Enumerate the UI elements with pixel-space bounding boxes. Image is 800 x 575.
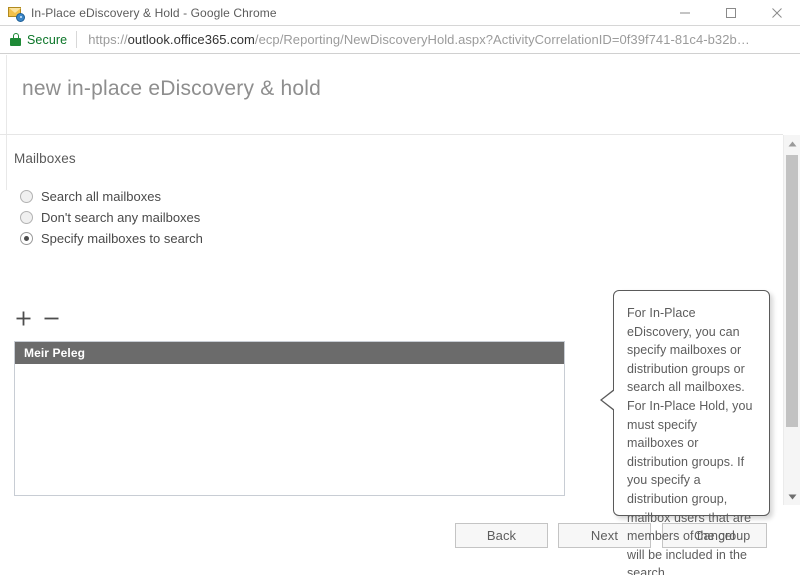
window-title: In-Place eDiscovery & Hold - Google Chro… <box>31 5 277 20</box>
scrollbar-thumb[interactable] <box>786 155 798 427</box>
window-controls <box>662 0 800 26</box>
help-tooltip: For In-Place eDiscovery, you can specify… <box>600 290 770 575</box>
minus-icon[interactable] <box>42 309 60 327</box>
address-bar[interactable]: Secure https://outlook.office365.com/ecp… <box>0 26 800 54</box>
radio-indicator <box>20 190 33 203</box>
tooltip-text: For In-Place eDiscovery, you can specify… <box>627 306 753 575</box>
url-host: outlook.office365.com <box>127 32 255 47</box>
radio-search-all-mailboxes[interactable]: Search all mailboxes <box>20 189 161 204</box>
mail-settings-icon <box>8 5 25 22</box>
radio-dont-search-any-mailboxes[interactable]: Don't search any mailboxes <box>20 210 200 225</box>
radio-specify-mailboxes-to-search[interactable]: Specify mailboxes to search <box>20 231 203 246</box>
page-title: new in-place eDiscovery & hold <box>22 77 321 100</box>
minimize-icon[interactable] <box>662 0 708 26</box>
caret-up-icon[interactable] <box>784 135 800 152</box>
radio-label: Don't search any mailboxes <box>41 210 201 225</box>
vertical-scrollbar[interactable] <box>783 135 800 505</box>
close-icon[interactable] <box>754 0 800 26</box>
caret-down-icon[interactable] <box>784 488 800 505</box>
url-scheme: https:// <box>88 32 128 47</box>
page-content: new in-place eDiscovery & hold Mailboxes… <box>0 55 800 575</box>
radio-indicator <box>20 232 33 245</box>
url-input[interactable]: https://outlook.office365.com/ecp/Report… <box>88 32 750 47</box>
plus-icon[interactable] <box>14 309 32 327</box>
mailbox-list[interactable]: Meir Peleg <box>14 341 565 496</box>
security-label: Secure <box>27 32 68 47</box>
radio-label: Search all mailboxes <box>41 189 161 204</box>
radio-label: Specify mailboxes to search <box>41 231 203 246</box>
list-item[interactable]: Meir Peleg <box>15 342 564 364</box>
maximize-icon[interactable] <box>708 0 754 26</box>
lock-icon <box>10 33 21 46</box>
title-bar: In-Place eDiscovery & Hold - Google Chro… <box>0 0 800 26</box>
mailbox-list-toolbar <box>14 309 60 327</box>
radio-indicator <box>20 211 33 224</box>
tooltip-arrow-fill <box>602 390 615 410</box>
security-indicator[interactable]: Secure <box>0 29 76 51</box>
url-path: /ecp/Reporting/NewDiscoveryHold.aspx?Act… <box>254 32 750 47</box>
browser-window: In-Place eDiscovery & Hold - Google Chro… <box>0 0 800 575</box>
mailboxes-section-label: Mailboxes <box>14 151 76 166</box>
back-button[interactable]: Back <box>455 523 548 548</box>
address-bar-divider <box>76 31 78 48</box>
